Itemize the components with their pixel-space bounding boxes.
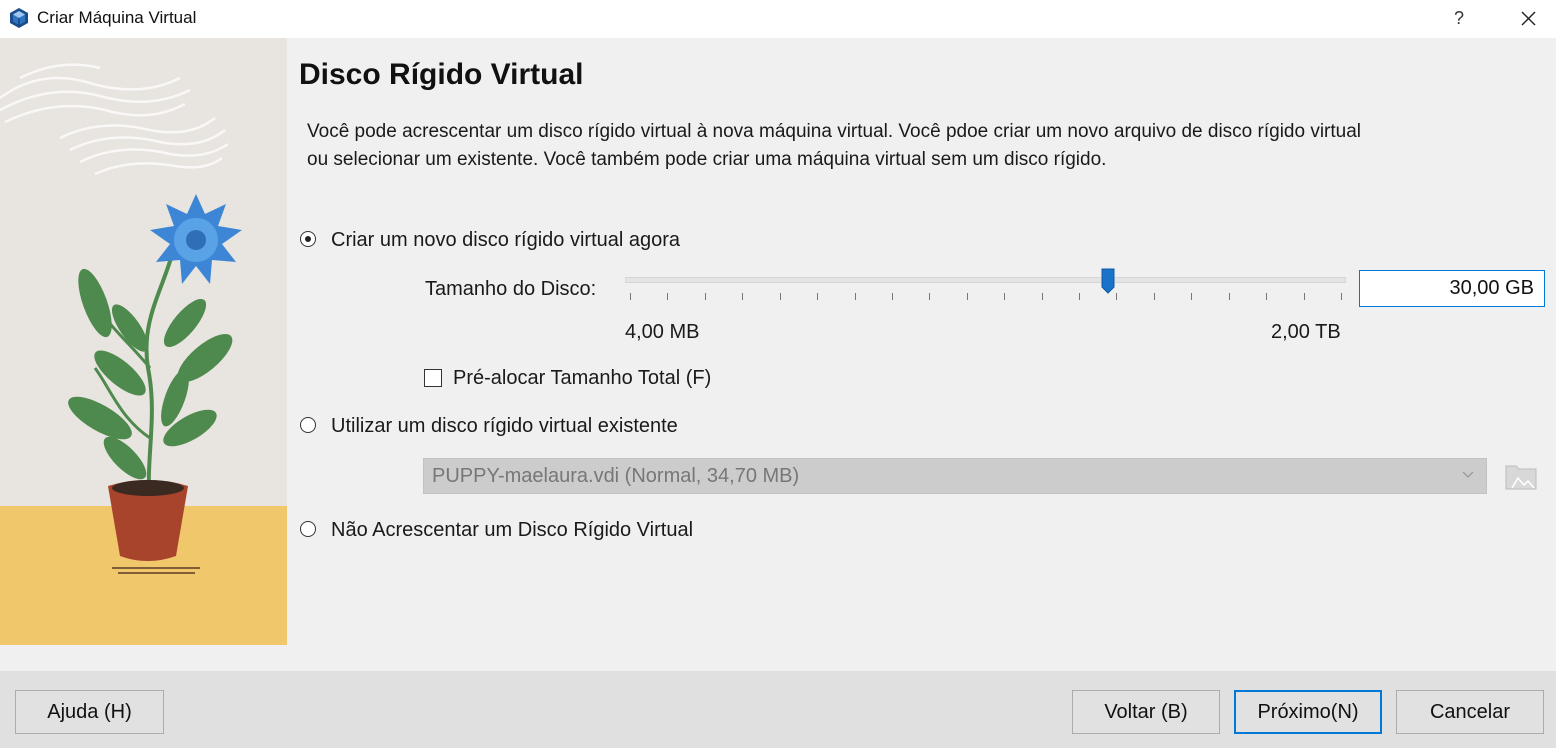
cancel-button[interactable]: Cancelar	[1396, 690, 1544, 734]
slider-tick	[1303, 293, 1305, 300]
wizard-illustration	[0, 38, 287, 645]
page-description: Você pode acrescentar um disco rígido vi…	[307, 121, 1362, 170]
help-button[interactable]: Ajuda (H)	[15, 690, 164, 734]
virtualbox-icon	[10, 8, 28, 28]
window-title: Criar Máquina Virtual	[37, 8, 197, 27]
slider-tick	[817, 293, 819, 300]
slider-tick	[630, 293, 631, 300]
slider-tick	[667, 293, 669, 300]
slider-tick	[966, 293, 968, 300]
slider-tick	[742, 293, 744, 300]
preallocate-label[interactable]: Pré-alocar Tamanho Total (F)	[453, 367, 711, 390]
slider-tick	[779, 293, 781, 300]
preallocate-checkbox[interactable]	[424, 369, 442, 387]
page-title: Disco Rígido Virtual	[299, 58, 584, 91]
use-existing-disk-label[interactable]: Utilizar um disco rígido virtual existen…	[331, 415, 678, 438]
create-new-disk-radio[interactable]	[300, 231, 316, 247]
slider-tick	[1041, 293, 1043, 300]
slider-tick	[891, 293, 893, 300]
disk-size-slider[interactable]	[625, 277, 1346, 283]
slider-tick	[704, 293, 706, 300]
disk-size-label: Tamanho do Disco:	[425, 278, 597, 300]
disk-size-slider-thumb[interactable]	[1101, 268, 1115, 294]
slider-tick	[1079, 293, 1081, 300]
no-disk-label[interactable]: Não Acrescentar um Disco Rígido Virtual	[331, 519, 693, 542]
slider-tick	[1266, 293, 1268, 300]
disk-size-max-label: 2,00 TB	[1271, 321, 1341, 343]
close-icon[interactable]	[1514, 4, 1542, 32]
create-new-disk-label[interactable]: Criar um novo disco rígido virtual agora	[331, 229, 680, 252]
slider-tick	[1341, 293, 1342, 300]
chevron-down-icon	[1462, 471, 1474, 478]
slider-tick	[854, 293, 856, 300]
disk-size-min-label: 4,00 MB	[625, 321, 700, 343]
slider-tick	[1153, 293, 1155, 300]
disk-size-input[interactable]: 30,00 GB	[1359, 270, 1545, 307]
back-button[interactable]: Voltar (B)	[1072, 690, 1220, 734]
slider-tick	[1191, 293, 1193, 300]
slider-tick	[1116, 293, 1118, 300]
title-bar: Criar Máquina Virtual ?	[0, 0, 1556, 38]
help-title-button[interactable]: ?	[1449, 4, 1469, 32]
existing-disk-value: PUPPY-maelaura.vdi (Normal, 34,70 MB)	[432, 465, 800, 487]
next-button[interactable]: Próximo(N)	[1234, 690, 1382, 734]
slider-tick	[929, 293, 931, 300]
use-existing-disk-radio[interactable]	[300, 417, 316, 433]
slider-tick	[1004, 293, 1006, 300]
no-disk-radio[interactable]	[300, 521, 316, 537]
slider-tick	[1228, 293, 1230, 300]
existing-disk-select[interactable]: PUPPY-maelaura.vdi (Normal, 34,70 MB)	[423, 458, 1487, 494]
choose-disk-folder-icon[interactable]	[1503, 458, 1539, 494]
